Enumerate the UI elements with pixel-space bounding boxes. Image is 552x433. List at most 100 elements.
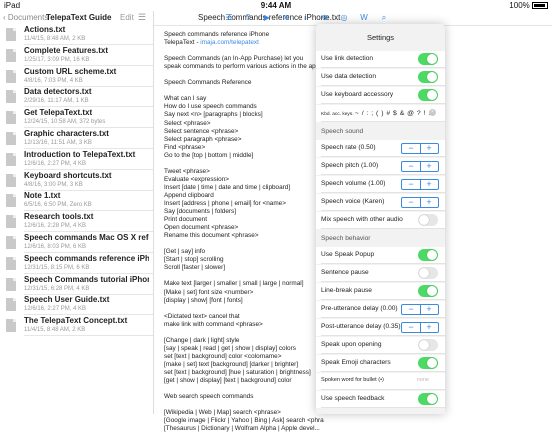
document-line: Insert [address | phone | email] for <na… [164, 199, 286, 207]
setting-row: Mix speech with other audio [316, 212, 445, 229]
file-list-item[interactable]: Data detectors.txt 2/29/16, 11:17 AM, 1 K… [0, 87, 153, 108]
file-list-item[interactable]: Research tools.txt 12/6/16, 2:28 PM, 4 KB [0, 212, 153, 233]
file-meta: 12/6/16, 2:27 PM, 4 KB [24, 160, 87, 167]
file-list-item[interactable]: Get TelepaText.txt 12/24/15, 10:58 AM, 37… [0, 108, 153, 129]
increment-button[interactable]: + [420, 179, 438, 190]
decrement-button[interactable]: − [402, 304, 421, 315]
file-list-item[interactable]: Actions.txt 11/4/15, 8:48 AM, 2 KB [0, 25, 153, 45]
stepper-control: − + [401, 304, 439, 315]
file-meta: 12/31/15, 6:28 PM, 4 KB [24, 285, 90, 292]
toggle-switch[interactable] [418, 339, 438, 351]
toggle-switch[interactable] [418, 71, 438, 83]
search-icon[interactable]: ⌕ [379, 13, 389, 23]
row-divider [321, 281, 445, 282]
document-line: Append clipboard [164, 191, 214, 199]
increment-button[interactable]: + [420, 161, 438, 172]
setting-label: Spoken word for bullet (•) [321, 377, 384, 383]
document-text[interactable]: Speech commands reference iPhone TelepaTe… [164, 31, 406, 433]
document-line: Go to the [top | bottom | middle] [164, 151, 254, 159]
setting-row: Speak upon opening [316, 337, 445, 354]
document-line: How do I use speech commands [164, 103, 257, 111]
list-icon[interactable]: ☰ [224, 13, 234, 22]
file-list-item[interactable]: Speech User Guide.txt 12/6/16, 2:27 PM, 4… [0, 295, 153, 316]
file-list-item[interactable]: Note 1.txt 6/5/16, 6:50 PM, Zero KB [0, 191, 153, 212]
file-list-item[interactable]: The TelepaText Concept.txt 11/4/15, 8:48 … [0, 316, 153, 337]
toggle-switch[interactable] [418, 249, 438, 261]
status-bar: iPad 9:44 AM 100% [0, 0, 552, 11]
setting-row: Use data detection [316, 69, 445, 86]
document-line: Evaluate <expression> [164, 175, 230, 183]
file-list-item[interactable]: Speech commands Mac OS X refer... 12/6/16… [0, 233, 153, 253]
document-link[interactable]: imaja.com/telepatext [200, 39, 259, 46]
setting-label: Speech voice (Karen) [321, 198, 385, 205]
decrement-button[interactable]: − [402, 322, 421, 333]
row-divider [321, 156, 445, 157]
section-header-label: Speech sound [321, 128, 364, 135]
toggle-switch[interactable] [418, 214, 438, 226]
toggle-switch[interactable] [418, 53, 438, 65]
document-line: [Wikipedia | Web | Map] search <phrase> [164, 409, 281, 417]
back-button[interactable]: ‹ Documents [3, 13, 48, 22]
document-line: Print document [164, 216, 207, 224]
setting-label: Line-break pause [321, 287, 372, 294]
help-icon[interactable]: ? [243, 13, 253, 22]
text-file-icon [6, 215, 16, 229]
row-divider [321, 407, 445, 408]
spoken-word-input[interactable]: none [417, 377, 429, 383]
mail-icon[interactable]: ✉ [281, 13, 291, 22]
setting-label: Use link detection [321, 55, 374, 62]
setting-row: Use link detection [316, 51, 445, 68]
compass-icon[interactable]: ◎ [339, 13, 349, 22]
globe-icon[interactable]: ⊕ [320, 13, 330, 22]
row-divider [321, 174, 445, 175]
sidebar-menu-icon[interactable]: ☰ [138, 12, 146, 23]
decrement-button[interactable]: − [402, 143, 421, 154]
document-line: [Get | say] info [164, 248, 206, 256]
file-meta: 12/6/16, 2:27 PM, 4 KB [24, 306, 87, 313]
settings-section-header: Speech sound [316, 123, 445, 139]
file-list-item[interactable]: Introduction to TelepaText.txt 12/6/16, 2… [0, 150, 153, 170]
keyboard-accessory-field[interactable]: Kbd. acc. keys. ~ / : ; ( ) # $ & @ ? ! … [321, 110, 436, 117]
increment-button[interactable]: + [420, 143, 438, 154]
file-list-item[interactable]: Speech Commands tutorial iPhone....12/31… [0, 275, 153, 295]
toggle-switch[interactable] [418, 89, 438, 101]
decrement-button[interactable]: − [402, 161, 421, 172]
row-divider [321, 317, 445, 318]
file-name: Data detectors.txt [24, 87, 92, 97]
file-meta: 11/4/15, 8:48 AM, 2 KB [24, 36, 86, 42]
toggle-switch[interactable] [418, 267, 438, 279]
decrement-button[interactable]: − [402, 179, 421, 190]
text-file-icon [6, 194, 16, 208]
increment-button[interactable]: + [420, 322, 438, 333]
toggle-switch[interactable] [418, 285, 438, 297]
file-list-item[interactable]: Speech commands reference iPhon...12/31/… [0, 254, 153, 274]
send-icon[interactable]: ▶ [262, 13, 272, 22]
file-name: The TelepaText Concept.txt [24, 316, 128, 326]
clear-icon[interactable]: × [429, 109, 436, 116]
file-list-item[interactable]: Graphic characters.txt 12/13/16, 11:51 AM… [0, 129, 153, 149]
increment-button[interactable]: + [420, 197, 438, 208]
file-list-item[interactable]: Custom URL scheme.txt 4/8/16, 7:03 PM, 4 … [0, 67, 153, 87]
setting-row: Line-break pause [316, 283, 445, 300]
file-name: Actions.txt [24, 25, 66, 34]
file-list-item[interactable]: Complete Features.txt 1/25/17, 3:09 PM, 1… [0, 46, 153, 66]
edit-button[interactable]: Edit [120, 13, 134, 22]
toggle-switch[interactable] [418, 357, 438, 369]
lightbulb-icon[interactable]: ♁ [300, 13, 310, 22]
text-file-icon [6, 236, 16, 249]
increment-button[interactable]: + [420, 304, 438, 315]
setting-row: Speak Emoji characters [316, 355, 445, 372]
document-line: make link with command <phrase> [164, 320, 263, 328]
text-file-icon [6, 28, 16, 41]
file-list-item[interactable]: Keyboard shortcuts.txt 4/8/16, 3:00 PM, 3… [0, 171, 153, 191]
text-file-icon [6, 298, 16, 312]
text-file-icon [6, 69, 16, 83]
wikipedia-icon[interactable]: W [359, 13, 369, 22]
file-meta: 1/25/17, 3:09 PM, 16 KB [24, 56, 90, 63]
decrement-button[interactable]: − [402, 197, 421, 208]
setting-label: Mix speech with other audio [321, 216, 403, 223]
row-divider [321, 121, 445, 122]
text-file-icon [6, 111, 16, 125]
toggle-switch[interactable] [418, 393, 438, 405]
